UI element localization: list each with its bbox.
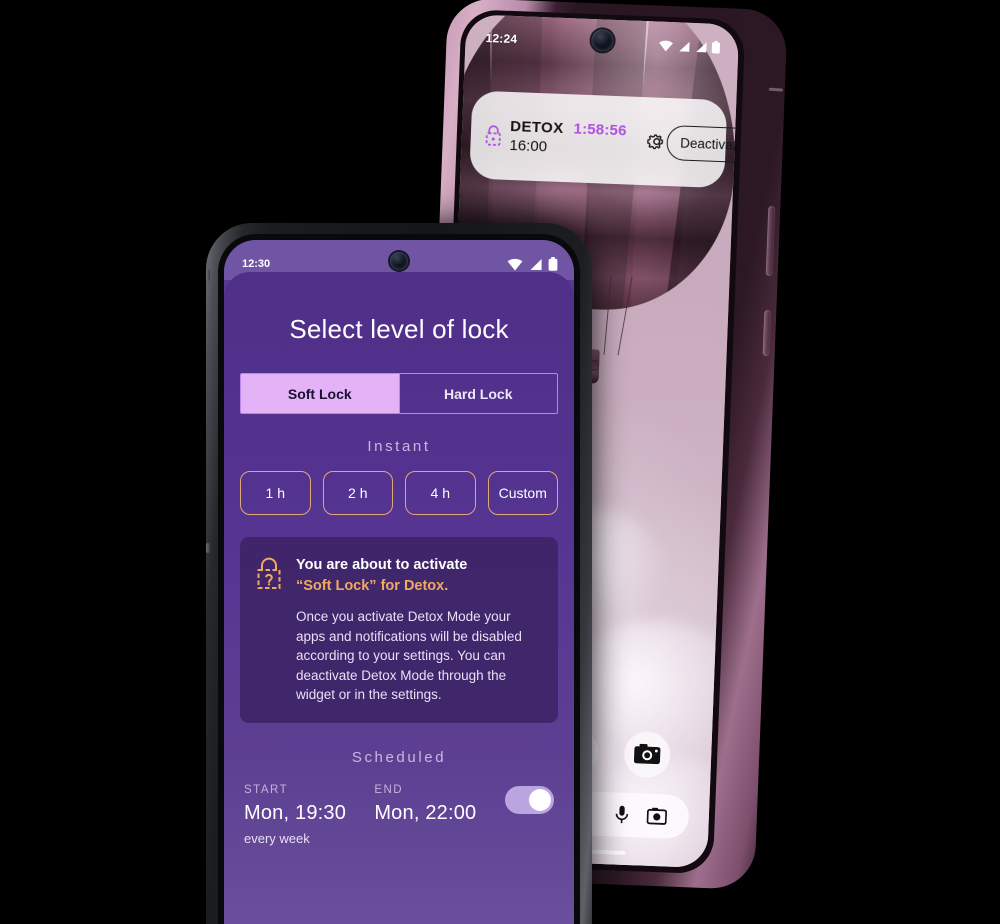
duration-button-1h[interactable]: 1 h [240, 471, 311, 515]
microphone-icon[interactable] [615, 804, 630, 825]
schedule-repeat-label: every week [244, 830, 310, 846]
schedule-toggle-knob [529, 788, 551, 811]
schedule-end-time: Mon, 22:00 [374, 801, 477, 824]
detox-app-screen: Select level of lock Soft Lock Hard Lock… [224, 272, 574, 924]
scene-root: 12:24 DETOX 1:58:56 16:00 Deactivate 12:… [0, 0, 1000, 924]
front-status-icons [507, 257, 558, 271]
schedule-toggle[interactable] [504, 785, 554, 814]
detox-widget-timer: 1:58:56 [573, 120, 627, 140]
front-phone-device: 12:30 Select level of lock Soft Lock Har… [206, 223, 592, 924]
front-phone-power-button[interactable] [206, 543, 210, 553]
duration-button-4h[interactable]: 4 h [405, 471, 476, 515]
wifi-icon [507, 258, 523, 271]
schedule-end-column[interactable]: END Mon, 22:00 [374, 784, 504, 825]
front-phone-front-camera [390, 252, 408, 270]
instant-duration-row: 1 h 2 h 4 h Custom [240, 471, 558, 515]
padlock-icon [485, 125, 501, 146]
page-title: Select level of lock [289, 314, 509, 344]
signal-icon [696, 41, 707, 52]
schedule-start-column[interactable]: START Mon, 19:30 every week [244, 784, 374, 846]
detox-widget[interactable]: DETOX 1:58:56 16:00 Deactivate [469, 90, 740, 189]
activation-info-body: Once you activate Detox Mode your apps a… [296, 609, 522, 703]
google-lens-icon[interactable] [646, 807, 668, 826]
schedule-end-caption: END [374, 783, 404, 796]
back-status-time: 12:24 [485, 30, 518, 47]
front-status-time: 12:30 [242, 258, 271, 270]
battery-icon [711, 40, 721, 53]
deactivate-button[interactable]: Deactivate [665, 124, 740, 163]
camera-icon[interactable] [622, 730, 671, 779]
back-phone-front-camera [590, 29, 614, 52]
detox-widget-title: DETOX [509, 117, 564, 137]
duration-button-custom[interactable]: Custom [487, 471, 558, 515]
tab-hard-lock[interactable]: Hard Lock [398, 374, 558, 413]
tab-soft-lock[interactable]: Soft Lock [241, 374, 399, 413]
battery-icon [548, 257, 558, 271]
schedule-start-caption: START [244, 783, 289, 796]
back-status-icons [658, 38, 721, 53]
wifi-icon [659, 40, 673, 51]
detox-widget-text: DETOX 1:58:56 16:00 [509, 118, 627, 158]
instant-section-label: Instant [367, 438, 431, 455]
gear-icon[interactable] [646, 131, 667, 152]
activation-info-text: You are about to activate “Soft Lock” fo… [296, 555, 542, 705]
scheduled-section-label: Scheduled [351, 748, 447, 766]
activation-info-heading: You are about to activate “Soft Lock” fo… [296, 555, 542, 596]
question-padlock-icon [257, 557, 281, 589]
front-phone-screen: 12:30 Select level of lock Soft Lock Har… [224, 240, 574, 924]
scheduled-row: START Mon, 19:30 every week END Mon, 22:… [238, 784, 560, 846]
front-phone-volume-button[interactable] [206, 269, 210, 281]
activation-heading-line2: “Soft Lock” for Detox. [296, 577, 449, 594]
duration-button-2h[interactable]: 2 h [322, 471, 393, 515]
detox-widget-end-time: 16:00 [509, 136, 548, 156]
signal-icon [679, 41, 690, 52]
activation-heading-line1: You are about to activate [296, 557, 468, 573]
activation-info-card: You are about to activate “Soft Lock” fo… [240, 537, 558, 723]
signal-icon [530, 259, 542, 270]
lock-level-tabs: Soft Lock Hard Lock [240, 373, 558, 414]
schedule-start-time: Mon, 19:30 [244, 801, 347, 824]
